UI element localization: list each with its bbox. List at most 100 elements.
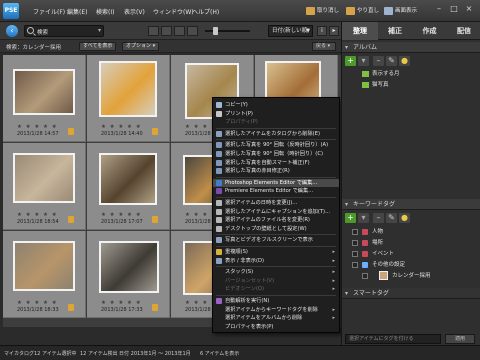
albums-header[interactable]: アルバム [342, 42, 480, 53]
photo-thumbnail[interactable] [13, 153, 75, 203]
context-menu-item[interactable]: コピー(Y) [213, 101, 339, 109]
media-thumbnail-cell[interactable]: ★ ★ ★ ★ ★2013/1/28 14:40 [87, 55, 170, 142]
context-menu-item[interactable]: 表示 / 非表示(D) ▸ [213, 257, 339, 265]
undo-button[interactable]: 取り消し [305, 4, 339, 18]
remove-album-icon[interactable]: – [373, 56, 384, 66]
context-menu-item[interactable]: 選択した写真を自動スマート補正(F) [213, 159, 339, 167]
keyword-category-places[interactable]: 場所 [342, 238, 480, 248]
album-menu-icon[interactable]: ▾ [358, 56, 369, 66]
context-menu-item[interactable]: 選択アイテムのファイル名を変更(R) [213, 216, 339, 224]
info-toggle-icon[interactable]: i [317, 26, 327, 36]
context-menu-item[interactable]: Premiere Elements Editor で編集... [213, 187, 339, 195]
tab-organize[interactable]: 整理 [342, 22, 378, 40]
photo-thumbnail[interactable] [99, 241, 159, 293]
thumbnail-size-knob[interactable] [213, 27, 218, 35]
light-bulb-icon[interactable]: ● [399, 213, 410, 223]
context-menu-item[interactable]: デスクトップの壁紙として設定(W) [213, 225, 339, 233]
single-view-icon[interactable] [187, 26, 198, 36]
keyword-checkbox[interactable] [352, 240, 358, 246]
star-rating[interactable]: ★ ★ ★ ★ ★ [101, 300, 142, 306]
back-menu-button[interactable]: 戻る ▾ [312, 42, 336, 51]
keyword-tags-header[interactable]: キーワードタグ [342, 199, 480, 210]
back-arrow-icon[interactable]: ‹ [6, 25, 18, 37]
keyword-checkbox[interactable] [352, 229, 358, 235]
context-menu-item[interactable]: 選択したアイテムをカタログから削除(E) [213, 130, 339, 138]
keyword-menu-icon[interactable]: ▾ [358, 213, 369, 223]
photo-thumbnail[interactable] [99, 61, 157, 117]
detail-view-icon[interactable] [161, 26, 172, 36]
sort-order-select[interactable]: 日付(新しい順) ▼ [268, 25, 313, 37]
star-rating[interactable]: ★ ★ ★ ★ ★ [17, 212, 58, 218]
show-all-button[interactable]: すべてを表示 [79, 42, 117, 51]
maximize-icon[interactable]: □ [449, 4, 459, 14]
context-menu-item[interactable]: 重複順(S) ▸ [213, 248, 339, 256]
context-menu-item[interactable]: Photoshop Elements Editor で編集... [213, 178, 339, 187]
display-button[interactable]: 画面表示 [383, 4, 417, 18]
redo-button[interactable]: やり直し [345, 4, 379, 18]
album-item[interactable]: 表示する月 [342, 69, 480, 79]
close-icon[interactable]: × [464, 4, 474, 14]
grid-view-icon[interactable] [148, 26, 159, 36]
context-menu-item[interactable]: 選択したアイテムにキャプションを追加(T)... [213, 208, 339, 216]
photo-thumbnail[interactable] [13, 241, 75, 291]
context-menu-item[interactable]: 選択アイテムの日時を変更(J)... [213, 199, 339, 207]
star-rating[interactable]: ★ ★ ★ ★ ★ [101, 124, 142, 130]
context-menu-item[interactable]: プリント(P) [213, 110, 339, 118]
context-menu-item[interactable]: スタック(S) ▸ [213, 268, 339, 276]
remove-keyword-icon[interactable]: – [373, 213, 384, 223]
apply-button[interactable]: 適用 [445, 334, 475, 344]
tab-create[interactable]: 作成 [412, 22, 447, 40]
keyword-category-other[interactable]: その他の設定 [342, 260, 480, 270]
add-album-icon[interactable]: + [345, 56, 356, 66]
keyword-category-events[interactable]: イベント [342, 249, 480, 259]
media-thumbnail-cell[interactable]: ★ ★ ★ ★ ★ 2013/1/28 17:07 [87, 143, 170, 230]
keyword-tag-calendar[interactable]: カレンダー採用 [342, 271, 480, 283]
date-view-icon[interactable] [174, 26, 185, 36]
keyword-tag-input[interactable]: 選択アイテムにタグを付ける [345, 334, 441, 344]
context-menu-item[interactable]: 選択した写真を 90° 回転（時計回り）(C) [213, 150, 339, 158]
menu-find[interactable]: 検索(I) [96, 7, 114, 16]
media-thumbnail-cell[interactable]: ★ ★ ★ ★ ★ 2013/1/28 17:33 [87, 231, 170, 318]
app-logo-icon[interactable]: PSE [3, 3, 19, 19]
context-menu-item[interactable]: 写真とビデオをフルスクリーンで表示 [213, 236, 339, 244]
light-bulb-icon[interactable]: ● [399, 56, 410, 66]
add-keyword-icon[interactable]: + [345, 213, 356, 223]
clear-search-icon[interactable]: ▾ [98, 27, 101, 34]
edit-keyword-icon[interactable]: ✎ [386, 213, 397, 223]
smart-tags-header[interactable]: スマートタグ [342, 288, 480, 299]
media-thumbnail-cell[interactable]: ★ ★ ★ ★ ★ 2013/1/28 18:33 [3, 231, 86, 318]
context-menu-item[interactable]: 選択アイテムをアルバムから削除 ▸ [213, 314, 339, 322]
context-menu-item[interactable]: 自動解析を実行(N) [213, 297, 339, 305]
photo-thumbnail[interactable] [99, 153, 157, 205]
context-menu-item[interactable]: 選択した写真を 90° 回転（反時計回り）(A) [213, 141, 339, 149]
media-thumbnail-cell[interactable]: ★ ★ ★ ★ ★ 2013/1/28 18:54 [3, 143, 86, 230]
tab-fix[interactable]: 補正 [378, 22, 412, 40]
minimize-icon[interactable]: – [434, 4, 444, 14]
context-menu-item[interactable]: 選択アイテムからキーワードタグを削除 ▸ [213, 306, 339, 314]
search-input[interactable]: 検索 ▾ [24, 25, 104, 37]
menu-view[interactable]: 表示(V) [124, 7, 145, 16]
keyword-checkbox[interactable] [362, 273, 368, 279]
menu-edit[interactable]: 編集(E) [67, 7, 87, 16]
catalog-name[interactable]: マイカタログ [4, 350, 34, 357]
options-button[interactable]: オプション ▾ [122, 42, 160, 51]
keyword-checkbox[interactable] [352, 262, 358, 268]
media-thumbnail-cell[interactable]: ★ ★ ★ ★ ★ 2013/1/28 14:57 [3, 55, 86, 142]
star-rating[interactable]: ★ ★ ★ ★ ★ [17, 300, 58, 306]
star-rating[interactable]: ★ ★ ★ ★ ★ [101, 212, 142, 218]
menu-file[interactable]: ファイル(F) [33, 7, 65, 16]
menu-window[interactable]: ウィンドウ(W) [153, 7, 194, 16]
keyword-label: 人物 [372, 229, 384, 235]
edit-album-icon[interactable]: ✎ [386, 56, 397, 66]
panel-toggle-icon[interactable]: ▸ [329, 26, 339, 36]
album-item[interactable]: 猫写真 [342, 80, 480, 90]
tab-share[interactable]: 配信 [447, 22, 480, 40]
photo-thumbnail[interactable] [13, 69, 75, 115]
star-rating[interactable]: ★ ★ ★ ★ ★ [17, 124, 58, 130]
keyword-checkbox[interactable] [352, 251, 358, 257]
thumbnail-size-slider[interactable] [205, 30, 250, 32]
menu-help[interactable]: ヘルプ(H) [192, 7, 219, 16]
keyword-category-people[interactable]: 人物 [342, 227, 480, 237]
context-menu-item[interactable]: 選択した写真の赤目修正(R) [213, 167, 339, 175]
context-menu-item[interactable]: プロパティを表示(P) [213, 323, 339, 331]
